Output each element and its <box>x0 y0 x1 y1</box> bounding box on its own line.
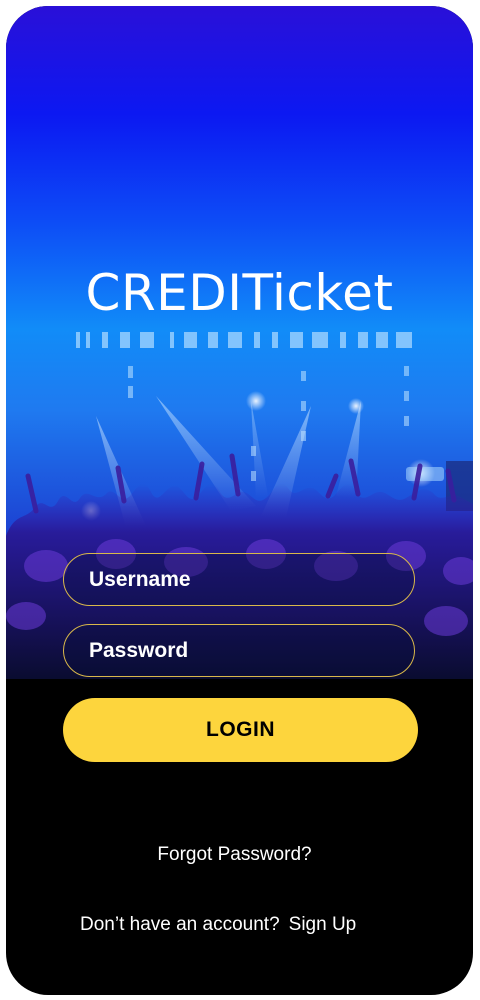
forgot-password-link[interactable]: Forgot Password? <box>6 844 463 866</box>
app-logo-text: CREDITicket <box>85 264 394 322</box>
login-button[interactable]: LOGIN <box>63 698 418 762</box>
password-input[interactable] <box>89 638 389 663</box>
password-field[interactable] <box>63 624 415 677</box>
username-input[interactable] <box>89 567 389 592</box>
phone-screen: CREDITicket Username LOGIN Forgot Passwo… <box>6 6 473 995</box>
signup-link[interactable]: Sign Up <box>289 914 357 935</box>
barcode-icon <box>76 332 412 348</box>
no-account-text: Don’t have an account? <box>80 914 280 935</box>
username-field[interactable] <box>63 553 415 606</box>
signup-prompt: Don’t have an account? Sign Up <box>80 914 356 936</box>
